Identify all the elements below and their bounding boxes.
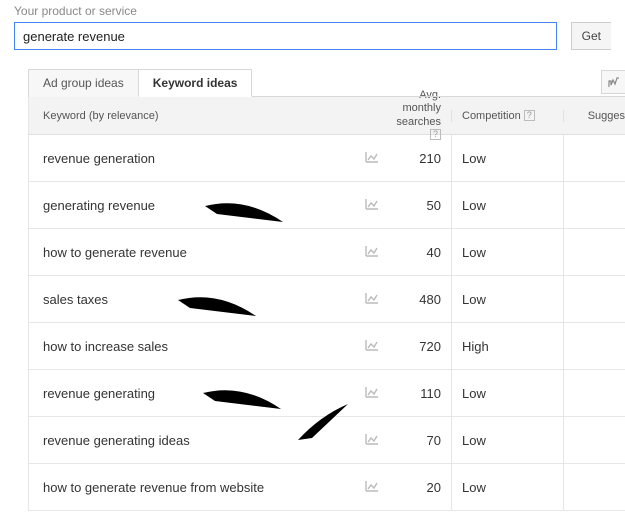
suggested-cell [563,276,625,322]
table-row[interactable]: sales taxes 480Low [29,276,625,323]
table-header: Keyword (by relevance) Avg. monthly sear… [29,97,625,135]
keyword-cell: revenue generation [29,151,361,166]
competition-cell: Low [451,229,563,275]
keyword-cell: revenue generating ideas [29,433,361,448]
suggested-cell [563,182,625,228]
searches-cell: 720 [383,339,451,354]
tab-keyword-ideas[interactable]: Keyword ideas [138,69,253,97]
competition-cell: Low [451,464,563,510]
searches-cell: 480 [383,292,451,307]
competition-cell: High [451,323,563,369]
help-icon[interactable]: ? [524,110,535,121]
chart-icon[interactable] [361,480,383,495]
competition-cell: Low [451,370,563,416]
tabs-row: Ad group ideas Keyword ideas [28,68,625,97]
searches-cell: 210 [383,151,451,166]
col-header-searches[interactable]: Avg. monthly searches? [383,89,451,142]
searches-cell: 40 [383,245,451,260]
table-row[interactable]: how to generate revenue from website 20Lo… [29,464,625,511]
table-row[interactable]: revenue generation 210Low [29,135,625,182]
tab-ad-group-ideas[interactable]: Ad group ideas [28,69,139,97]
competition-cell: Low [451,276,563,322]
keyword-cell: sales taxes [29,292,361,307]
table-row[interactable]: revenue generating 110Low [29,370,625,417]
search-label: Your product or service [14,4,611,18]
col-header-keyword[interactable]: Keyword (by relevance) [29,110,361,122]
suggested-cell [563,464,625,510]
chart-icon[interactable] [361,433,383,448]
searches-cell: 70 [383,433,451,448]
searches-cell: 110 [383,386,451,401]
suggested-cell [563,323,625,369]
table-row[interactable]: how to generate revenue 40Low [29,229,625,276]
table-row[interactable]: generating revenue 50Low [29,182,625,229]
col-header-competition[interactable]: Competition? [451,110,563,122]
suggested-cell [563,417,625,463]
chart-icon[interactable] [361,198,383,213]
chart-icon[interactable] [361,151,383,166]
keyword-cell: generating revenue [29,198,361,213]
searches-cell: 50 [383,198,451,213]
chart-icon[interactable] [361,292,383,307]
download-icon[interactable] [601,70,625,94]
suggested-cell [563,370,625,416]
table-row[interactable]: how to increase sales 720High [29,323,625,370]
table-row[interactable]: revenue generating ideas 70Low [29,417,625,464]
searches-cell: 20 [383,480,451,495]
suggested-cell [563,229,625,275]
help-icon[interactable]: ? [430,129,441,140]
chart-icon[interactable] [361,386,383,401]
keyword-cell: how to generate revenue [29,245,361,260]
keyword-cell: how to increase sales [29,339,361,354]
chart-icon[interactable] [361,339,383,354]
get-ideas-button[interactable]: Get [571,22,611,50]
competition-cell: Low [451,182,563,228]
competition-cell: Low [451,417,563,463]
col-header-suggested[interactable]: Sugges [563,110,625,122]
keyword-table: Keyword (by relevance) Avg. monthly sear… [28,97,625,511]
keyword-cell: how to generate revenue from website [29,480,361,495]
keyword-cell: revenue generating [29,386,361,401]
search-input[interactable] [14,22,557,50]
chart-icon[interactable] [361,245,383,260]
suggested-cell [563,135,625,181]
competition-cell: Low [451,135,563,181]
